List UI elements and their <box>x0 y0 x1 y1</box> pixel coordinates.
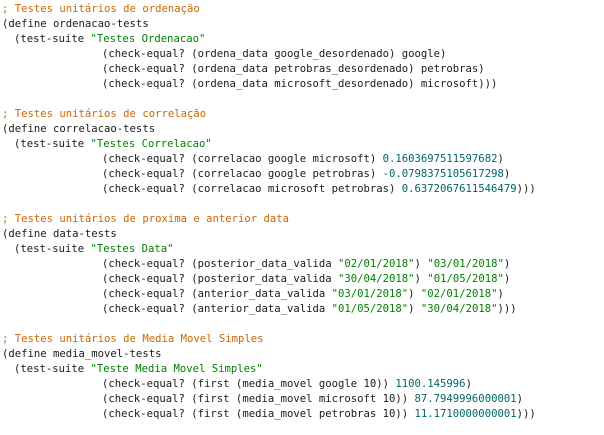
suite-name-string: "Testes Data" <box>90 243 174 255</box>
check-tail: ) <box>516 393 523 405</box>
test-suite-line: (test-suite "Testes Correlacao" <box>2 137 604 152</box>
suite-name-string: "Testes Ordenacao" <box>90 33 206 45</box>
check-tail: ) <box>503 168 511 180</box>
check-line: (check-equal? (ordena_data microsoft_des… <box>2 77 604 92</box>
check-mid: ) <box>414 273 428 285</box>
expected-number: 0.6372067611546479 <box>401 183 517 195</box>
check-line: (check-equal? (correlacao google petrobr… <box>2 167 604 182</box>
comment-line: ; Testes unitários de correlação <box>2 108 207 120</box>
comment-line: ; Testes unitários de proxima e anterior… <box>2 213 290 225</box>
date-string: "30/04/2018" <box>338 273 415 285</box>
check-tail: ) <box>503 258 511 270</box>
check-code: (check-equal? (first (media_movel google… <box>102 378 396 390</box>
code-block-correlacao: ; Testes unitários de correlação (define… <box>2 107 604 197</box>
check-line: (check-equal? (first (media_movel google… <box>2 377 604 392</box>
check-line: (check-equal? (posterior_data_valida "02… <box>2 257 604 272</box>
define-line: (define correlacao-tests <box>2 123 156 135</box>
check-line: (check-equal? (ordena_data google_desord… <box>2 47 604 62</box>
check-code: (check-equal? (anterior_data_valida <box>102 303 332 315</box>
code-block-ordenacao: ; Testes unitários de ordenação (define … <box>2 2 604 92</box>
test-suite-line: (test-suite "Teste Media Movel Simples" <box>2 362 604 377</box>
code-editor[interactable]: ; Testes unitários de ordenação (define … <box>0 0 604 435</box>
define-line: (define media_movel-tests <box>2 348 162 360</box>
date-string: "01/05/2018" <box>427 273 504 285</box>
suite-name-string: "Testes Correlacao" <box>90 138 212 150</box>
check-code: (check-equal? (ordena_data microsoft_des… <box>102 78 498 90</box>
check-mid: ) <box>414 258 428 270</box>
check-code: (check-equal? (ordena_data google_desord… <box>102 48 447 60</box>
code-block-media-movel: ; Testes unitários de Media Movel Simple… <box>2 332 604 422</box>
test-suite-keyword: (test-suite <box>14 33 91 45</box>
check-mid: ) <box>408 288 421 300</box>
check-code: (check-equal? (ordena_data petrobras_des… <box>102 63 485 75</box>
check-line: (check-equal? (anterior_data_valida "01/… <box>2 302 604 317</box>
check-line: (check-equal? (correlacao google microso… <box>2 152 604 167</box>
test-suite-line: (test-suite "Testes Data" <box>2 242 604 257</box>
check-tail: ) <box>497 153 504 165</box>
expected-number: 0.1603697511597682 <box>382 153 498 165</box>
check-code: (check-equal? (posterior_data_valida <box>102 273 338 285</box>
date-string: "03/01/2018" <box>427 258 504 270</box>
test-suite-line: (test-suite "Testes Ordenacao" <box>2 32 604 47</box>
check-code: (check-equal? (correlacao google microso… <box>102 153 383 165</box>
define-line: (define ordenacao-tests <box>2 18 149 30</box>
check-line: (check-equal? (posterior_data_valida "30… <box>2 272 604 287</box>
date-string: "03/01/2018" <box>331 288 409 300</box>
check-tail: ))) <box>516 408 536 420</box>
check-line: (check-equal? (first (media_movel petrob… <box>2 407 604 422</box>
comment-line: ; Testes unitários de ordenação <box>2 3 200 15</box>
check-code: (check-equal? (posterior_data_valida <box>102 258 338 270</box>
expected-number: -0.0798375105617298 <box>382 168 504 180</box>
comment-line: ; Testes unitários de Media Movel Simple… <box>2 333 264 345</box>
test-suite-keyword: (test-suite <box>14 243 91 255</box>
check-code: (check-equal? (first (media_movel micros… <box>102 393 415 405</box>
check-line: (check-equal? (anterior_data_valida "03/… <box>2 287 604 302</box>
check-tail: ) <box>497 288 504 300</box>
check-line: (check-equal? (ordena_data petrobras_des… <box>2 62 604 77</box>
check-line: (check-equal? (first (media_movel micros… <box>2 392 604 407</box>
check-tail: ) <box>503 273 511 285</box>
check-code: (check-equal? (first (media_movel petrob… <box>102 408 415 420</box>
check-code: (check-equal? (correlacao google petrobr… <box>102 168 383 180</box>
date-string: "02/01/2018" <box>420 288 498 300</box>
expected-number: 87.7949996000001 <box>414 393 517 405</box>
suite-name-string: "Teste Media Movel Simples" <box>90 363 263 375</box>
code-block-data: ; Testes unitários de proxima e anterior… <box>2 212 604 317</box>
test-suite-keyword: (test-suite <box>14 138 91 150</box>
check-tail: ))) <box>516 183 536 195</box>
date-string: "01/05/2018" <box>331 303 409 315</box>
define-line: (define data-tests <box>2 228 117 240</box>
check-tail: ))) <box>497 303 517 315</box>
date-string: "02/01/2018" <box>338 258 415 270</box>
date-string: "30/04/2018" <box>420 303 498 315</box>
check-code: (check-equal? (correlacao microsoft petr… <box>102 183 402 195</box>
check-line: (check-equal? (correlacao microsoft petr… <box>2 182 604 197</box>
expected-number: 1100.145996 <box>395 378 466 390</box>
check-code: (check-equal? (anterior_data_valida <box>102 288 332 300</box>
test-suite-keyword: (test-suite <box>14 363 91 375</box>
check-mid: ) <box>408 303 421 315</box>
check-tail: ) <box>465 378 472 390</box>
expected-number: 11.1710000000001 <box>414 408 517 420</box>
